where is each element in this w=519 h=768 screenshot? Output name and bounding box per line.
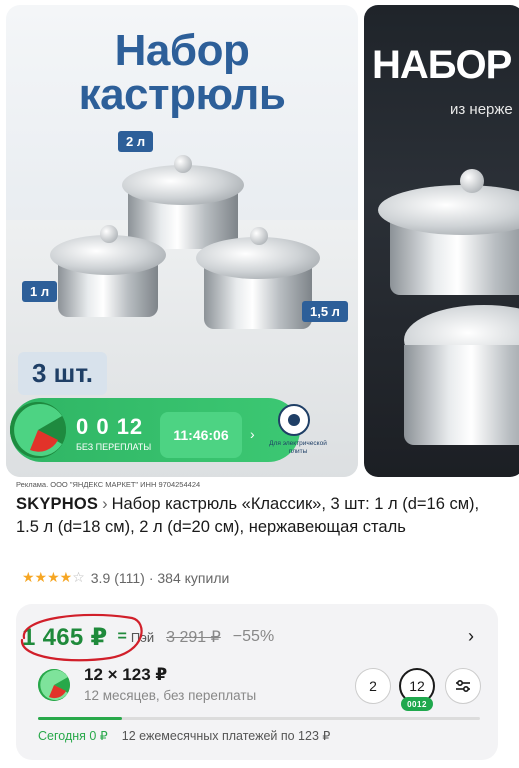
split-logo-icon — [10, 402, 66, 458]
electric-plate-icon — [278, 404, 310, 436]
old-price: 3 291 ₽ — [166, 629, 221, 646]
discount-badge: −55% — [232, 628, 275, 645]
rating-stars-icon: ★★★★☆ — [22, 569, 85, 585]
pay-label: Пэй — [130, 629, 155, 645]
slide2-title: НАБОР К — [372, 43, 519, 87]
today-payment: Сегодня 0 ₽ — [38, 729, 108, 743]
product-title: SKYPHOS › Набор кастрюль «Классик», 3 шт: … — [16, 493, 496, 539]
promo-chevron-icon: › — [250, 426, 255, 442]
promo-timer: 11:46:06 — [160, 412, 242, 458]
size-tag-15l: 1,5 л — [302, 301, 348, 322]
bought-count: · 384 купили — [148, 569, 230, 586]
payment-progress-bar — [38, 717, 480, 720]
rating-value: 3.9 — [90, 569, 111, 586]
slide-title: Набор кастрюль — [78, 26, 286, 119]
split-icon — [38, 669, 70, 701]
price-details-chevron-icon[interactable]: › — [468, 626, 474, 647]
monthly-payments: 12 ежемесячных платежей по 123 ₽ — [121, 729, 331, 743]
payment-progress-fill — [38, 717, 122, 720]
promo-subtitle: БЕЗ ПЕРЕПЛАТЫ — [76, 442, 152, 452]
promo-installments-count: 0 0 12 — [76, 414, 144, 439]
payment-schedule: Сегодня 0 ₽ 12 ежемесячных платежей по 12… — [38, 728, 330, 743]
ad-disclaimer: Реклама. ООО "ЯНДЕКС МАРКЕТ" ИНН 9704254… — [16, 480, 201, 489]
plate-label: Для электрической плиты — [269, 440, 327, 455]
size-tag-2l: 2 л — [118, 131, 154, 152]
pay-equals-icon: = — [117, 628, 127, 645]
gallery-slide-2[interactable]: НАБОР К из нерже — [364, 5, 519, 477]
pieces-label: 3 шт. — [18, 352, 108, 395]
breadcrumb-separator: › — [102, 495, 108, 513]
term-badge: 0012 — [401, 697, 433, 711]
brand-link[interactable]: SKYPHOS — [16, 495, 98, 513]
yandex-pay-badge: = Пэй — [118, 628, 155, 646]
term-option-2[interactable]: 2 — [355, 668, 391, 704]
current-price: 1 465 ₽ — [22, 623, 108, 651]
size-tag-1l: 1 л — [22, 281, 58, 302]
sliders-icon — [456, 679, 470, 693]
product-image-gallery[interactable]: Набор кастрюль 2 л 1 л 1,5 л 3 шт. НАБОР… — [0, 0, 519, 480]
installment-description: 12 месяцев, без переплаты — [84, 688, 257, 703]
slide2-subtitle: из нерже — [450, 101, 513, 118]
price-row[interactable]: 1 465 ₽ = Пэй 3 291 ₽ −55% — [22, 620, 274, 654]
installment-amount: 12 × 123 ₽ — [84, 665, 168, 684]
reviews-count[interactable]: (111) — [114, 570, 145, 586]
settings-sliders-button[interactable] — [445, 668, 481, 704]
rating-row[interactable]: ★★★★☆ 3.9 (111) · 384 купили — [22, 569, 229, 586]
